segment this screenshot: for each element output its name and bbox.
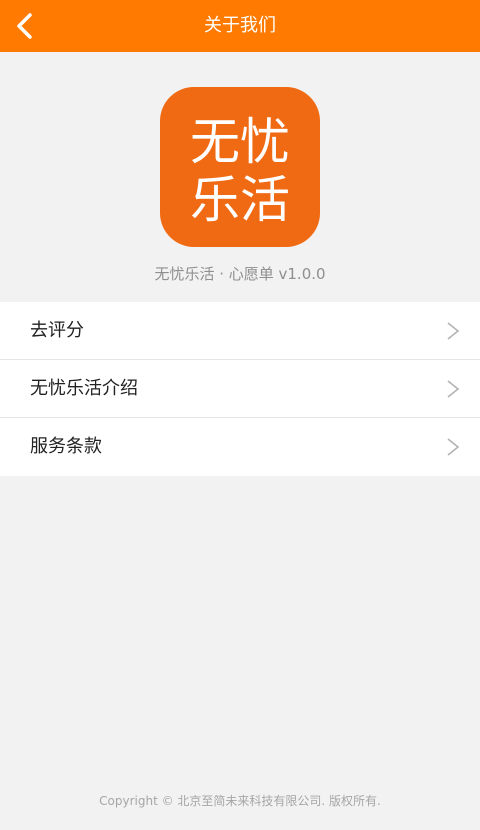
- chevron-right-icon: [446, 322, 460, 340]
- chevron-right-icon: [446, 380, 460, 398]
- app-logo: 无忧 乐活: [160, 87, 320, 247]
- copyright-text: Copyright © 北京至简未来科技有限公司. 版权所有.: [99, 794, 381, 808]
- menu-item-label: 去评分: [30, 320, 84, 341]
- menu-item-rate[interactable]: 去评分: [0, 302, 480, 360]
- chevron-right-icon: [446, 438, 460, 456]
- menu-item-label: 无忧乐活介绍: [30, 378, 138, 399]
- top-navigation-bar: 关于我们: [0, 0, 480, 52]
- logo-text-line-1: 无忧: [190, 113, 290, 171]
- menu-item-label: 服务条款: [30, 436, 102, 457]
- page-title: 关于我们: [204, 15, 276, 36]
- menu-item-introduction[interactable]: 无忧乐活介绍: [0, 360, 480, 418]
- settings-menu: 去评分 无忧乐活介绍 服务条款: [0, 302, 480, 476]
- app-version-label: 无忧乐活 · 心愿单 v1.0.0: [154, 265, 326, 283]
- logo-text-line-2: 乐活: [190, 171, 290, 229]
- menu-item-terms[interactable]: 服务条款: [0, 418, 480, 476]
